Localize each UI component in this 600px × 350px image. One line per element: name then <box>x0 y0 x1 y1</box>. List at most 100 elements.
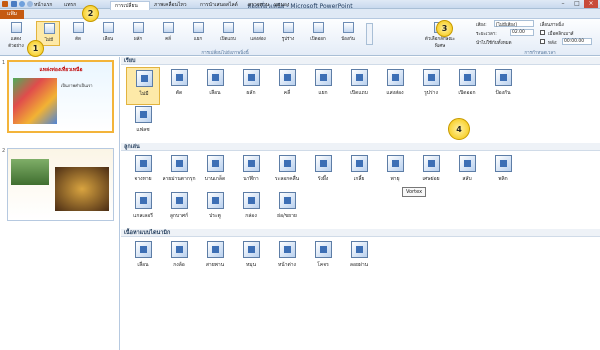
tab-transitions[interactable]: การเปลี่ยน <box>110 1 150 10</box>
on-click-checkbox[interactable] <box>540 30 545 35</box>
slide-number: 1 <box>2 60 6 66</box>
slide-2-photo-1 <box>11 159 49 185</box>
gallery-scroll-icon[interactable] <box>366 23 373 45</box>
ribbon-transition-push[interactable]: ผลัก <box>126 21 150 46</box>
transition-uncover-icon <box>313 22 324 33</box>
preview-button[interactable]: แสดงตัวอย่าง <box>4 21 28 49</box>
gallery-flip[interactable]: พลิก <box>486 153 520 191</box>
gallery-blinds[interactable]: บานเกล็ด <box>198 153 232 191</box>
transition-none-icon <box>44 23 55 34</box>
after-checkbox[interactable] <box>540 39 545 44</box>
gallery-orbit[interactable]: โคจร <box>306 239 340 277</box>
transition-pan-icon <box>135 241 152 258</box>
tab-animations[interactable]: ภาพเคลื่อนไหว <box>150 1 191 10</box>
gallery-switch[interactable]: สลับ <box>450 153 484 191</box>
transition-fly-through-icon <box>351 241 368 258</box>
section-exciting: ลูกเล่น <box>121 143 600 151</box>
gallery-checkerboard[interactable]: ลายม่านตากรุก <box>162 153 196 191</box>
gallery-glitter[interactable]: เกลี้ย <box>342 153 376 191</box>
transition-gallery-icon <box>135 192 152 209</box>
ribbon-transition-shape[interactable]: รูปร่าง <box>276 21 300 46</box>
gallery-doors[interactable]: ประตู <box>198 190 232 228</box>
transition-vortex-icon <box>387 155 404 172</box>
gallery-flash[interactable]: แฟลช <box>126 104 160 142</box>
slide-number: 2 <box>2 148 6 154</box>
gallery-gallery[interactable]: แกลเลอรี <box>126 190 160 228</box>
gallery-conveyor[interactable]: สายพาน <box>198 239 232 277</box>
apply-all-button[interactable]: นำไปใช้กับทั้งหมด <box>476 39 512 46</box>
transition-cut-icon <box>171 69 188 86</box>
gallery-uncover[interactable]: เปิดออก <box>450 67 484 105</box>
gallery-pan[interactable]: เลื่อน <box>126 239 160 277</box>
after-input[interactable]: 00:00.00 <box>562 38 592 45</box>
gallery-reveal[interactable]: เปิดแถบ <box>342 67 376 105</box>
ribbon-transition-wipe[interactable]: คลี่ <box>156 21 180 46</box>
ribbon-transition-cut[interactable]: ตัด <box>66 21 90 46</box>
transition-rotate-icon <box>243 241 260 258</box>
callout-1: 1 <box>27 40 44 57</box>
gallery-random-bars[interactable]: แสงส่อง <box>378 67 412 105</box>
maximize-icon[interactable]: □ <box>570 0 584 8</box>
gallery-rotate[interactable]: หมุน <box>234 239 268 277</box>
ribbon-transition-uncover[interactable]: เปิดออก <box>306 21 330 46</box>
minimize-icon[interactable]: – <box>556 0 570 8</box>
tab-view[interactable]: มุมมอง <box>270 1 293 10</box>
gallery-fly-through[interactable]: ลอยผ่าน <box>342 239 376 277</box>
gallery-zoom[interactable]: ย่อ/ขยาย <box>270 190 304 228</box>
slide-thumbnail-2[interactable] <box>7 148 114 221</box>
gallery-vortex[interactable]: พายุ <box>378 153 412 191</box>
transition-split-icon <box>315 69 332 86</box>
ribbon-transition-split[interactable]: แยก <box>186 21 210 46</box>
tab-review[interactable]: ตรวจทาน <box>244 1 273 10</box>
sound-label: เสียง: <box>476 23 487 28</box>
transition-cover-icon <box>343 22 354 33</box>
gallery-ripple[interactable]: ระลอกคลื่น <box>270 153 304 191</box>
transition-zoom-icon <box>279 192 296 209</box>
ribbon-transition-reveal[interactable]: เปิดแถบ <box>216 21 240 46</box>
transition-wipe-icon <box>163 22 174 33</box>
gallery-window[interactable]: หน้าต่าง <box>270 239 304 277</box>
transition-reveal-icon <box>223 22 234 33</box>
duration-input[interactable]: 02.00 <box>510 29 534 36</box>
transition-dissolve-icon <box>135 155 152 172</box>
section-subtle: เรียบ <box>121 57 600 65</box>
gallery-cover[interactable]: ป้องกัน <box>486 67 520 105</box>
gallery-ferris-wheel[interactable]: กงล้อ <box>162 239 196 277</box>
gallery-cut[interactable]: ตัด <box>162 67 196 105</box>
sound-dropdown[interactable]: [ไม่มีเสียง] <box>494 20 534 28</box>
transition-fade-icon <box>103 22 114 33</box>
gallery-honeycomb[interactable]: รังผึ้ง <box>306 153 340 191</box>
gallery-push[interactable]: ผลัก <box>234 67 268 105</box>
transitions-group-label: การเปลี่ยนไปยังภาพนิ่งนี้ <box>201 51 249 56</box>
gallery-wipe[interactable]: คลี่ <box>270 67 304 105</box>
callout-2: 2 <box>82 5 99 22</box>
tab-slideshow[interactable]: การนำเสนอสไลด์ <box>196 1 242 10</box>
transition-blinds-icon <box>207 155 224 172</box>
gallery-dissolve[interactable]: จางหาย <box>126 153 160 191</box>
transition-cut-icon <box>73 22 84 33</box>
gallery-shape[interactable]: รูปร่าง <box>414 67 448 105</box>
gallery-clock[interactable]: นาฬิกา <box>234 153 268 191</box>
preview-icon <box>11 22 22 33</box>
gallery-cube[interactable]: ลูกบาศก์ <box>162 190 196 228</box>
tab-home[interactable]: หน้าแรก <box>30 1 56 10</box>
ribbon-transition-random-bars[interactable]: แสงส่อง <box>246 21 270 46</box>
tab-insert[interactable]: แทรก <box>60 1 80 10</box>
transition-push-icon <box>243 69 260 86</box>
slide-thumbnail-1[interactable]: แหล่งท่องเที่ยวเหนือ เป็นภาพคำเป็นเรา <box>7 60 114 133</box>
tab-file[interactable]: แฟ้ม <box>0 10 24 19</box>
transition-split-icon <box>193 22 204 33</box>
slide-1-subtitle: เป็นภาพคำเป็นเรา <box>61 83 93 88</box>
gallery-split[interactable]: แยก <box>306 67 340 105</box>
slide-1-map-image <box>13 78 57 124</box>
transition-flip-icon <box>495 155 512 172</box>
ribbon-transition-fade[interactable]: เลือน <box>96 21 120 46</box>
gallery-box[interactable]: กล่อง <box>234 190 268 228</box>
gallery-none[interactable]: ไม่มี <box>126 67 160 105</box>
gallery-shred[interactable]: เศษย่อย <box>414 153 448 191</box>
close-icon[interactable]: × <box>584 0 598 8</box>
ribbon-transition-cover[interactable]: ป้องกัน <box>336 21 360 46</box>
transition-shape-icon <box>283 22 294 33</box>
vortex-tooltip: Vortex <box>402 187 427 197</box>
gallery-fade[interactable]: เลือน <box>198 67 232 105</box>
